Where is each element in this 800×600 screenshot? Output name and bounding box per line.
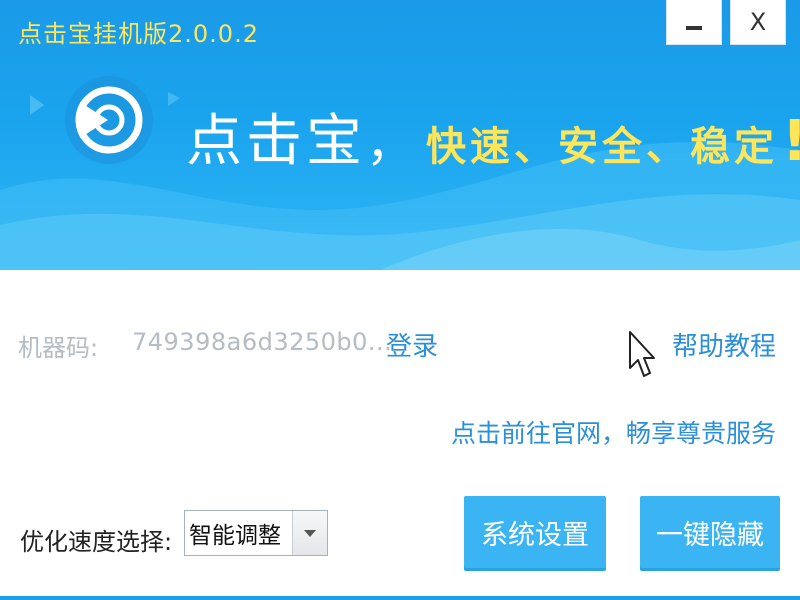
close-button[interactable]: X bbox=[730, 0, 786, 45]
chevron-down-icon bbox=[304, 529, 316, 537]
one-click-hide-button[interactable]: 一键隐藏 bbox=[640, 496, 780, 568]
slogan-tagline: 快速、安全、稳定 bbox=[426, 124, 779, 170]
play-circle-logo-icon bbox=[65, 76, 153, 164]
minimize-button[interactable] bbox=[666, 0, 722, 45]
slogan-exclamation: ! bbox=[782, 109, 800, 174]
system-settings-button[interactable]: 系统设置 bbox=[464, 496, 606, 568]
login-link[interactable]: 登录 bbox=[386, 326, 438, 363]
dropdown-arrow-button[interactable] bbox=[292, 511, 327, 555]
slogan-comma: ， bbox=[366, 116, 415, 172]
machine-code-label: 机器码: bbox=[18, 334, 99, 362]
official-site-link[interactable]: 点击前往官网，畅享尊贵服务 bbox=[451, 414, 776, 450]
close-icon: X bbox=[749, 8, 767, 36]
header-banner: 点击宝挂机版2.0.0.2 X 点击宝 ， 快速、安全、稳定 ! bbox=[0, 0, 800, 270]
main-panel: 机器码: 749398a6d3250b0... 登录 帮助教程 点击前往官网，畅… bbox=[0, 270, 800, 600]
window-title: 点击宝挂机版2.0.0.2 bbox=[18, 20, 259, 48]
app-window: 点击宝挂机版2.0.0.2 X 点击宝 ， 快速、安全、稳定 ! 机器码: 74… bbox=[0, 0, 800, 600]
help-tutorial-link[interactable]: 帮助教程 bbox=[672, 326, 776, 363]
mouse-pointer-icon bbox=[629, 331, 655, 377]
window-controls: X bbox=[658, 0, 786, 45]
speed-select[interactable]: 智能调整 bbox=[184, 510, 328, 556]
speed-select-value: 智能调整 bbox=[189, 523, 281, 549]
minimize-icon bbox=[686, 26, 702, 30]
slogan: 点击宝 ， 快速、安全、稳定 ! bbox=[186, 96, 800, 177]
slogan-brand: 点击宝 bbox=[186, 109, 366, 174]
machine-code-value: 749398a6d3250b0... bbox=[132, 328, 393, 356]
bottom-border bbox=[0, 596, 800, 600]
speed-select-label: 优化速度选择: bbox=[20, 528, 173, 556]
